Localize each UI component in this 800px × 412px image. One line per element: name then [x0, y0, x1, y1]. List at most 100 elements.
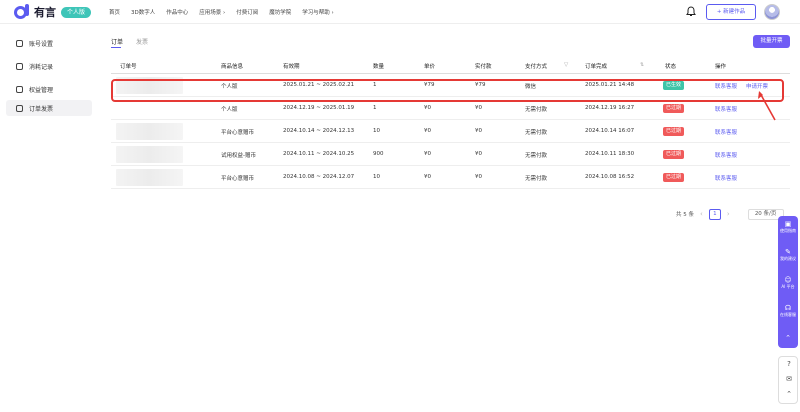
- nav-learning[interactable]: 学习与帮助 ›: [302, 8, 333, 16]
- sidebar-item-orders[interactable]: 订单发票: [6, 100, 92, 116]
- cell-product: 平台心意赠币: [221, 130, 255, 136]
- page-number[interactable]: 1: [708, 208, 721, 220]
- float-toolbar: ▣ 使用指南 ✎ 我的建议 ☺ AI 平台 ☊ 在线客服 ⌃: [778, 216, 798, 348]
- cell-price: ¥0: [424, 151, 431, 157]
- annotation-arrow-icon: [758, 91, 776, 121]
- tab-invoices[interactable]: 发票: [136, 37, 148, 46]
- float-item-feedback[interactable]: ✎ 我的建议: [778, 248, 798, 261]
- order-id-redacted: [116, 146, 183, 163]
- nav-scenarios[interactable]: 应用场景 ›: [199, 8, 225, 16]
- cell-completed: 2024.12.19 16:27: [585, 105, 635, 111]
- headset-icon: ☊: [784, 304, 792, 312]
- cell-qty: 900: [373, 151, 384, 157]
- table-header: 订单号 商品信息 有效期 数量 单价 实付款 支付方式 ▽ 订单完成 ⇅ 状态 …: [111, 58, 790, 74]
- col-completed: 订单完成: [585, 64, 608, 70]
- invoice-icon: [16, 104, 23, 112]
- cell-paid: ¥0: [475, 105, 482, 111]
- cell-validity: 2024.10.14 ~ 2024.12.13: [283, 128, 355, 134]
- sidebar-item-usage[interactable]: 消耗记录: [6, 58, 92, 74]
- col-product: 商品信息: [221, 64, 244, 70]
- help-icon[interactable]: ?: [779, 360, 799, 368]
- col-price: 单价: [424, 64, 436, 70]
- cell-product: 平台心意赠币: [221, 176, 255, 182]
- col-actions: 操作: [715, 64, 727, 70]
- status-badge: 已过期: [663, 127, 685, 136]
- order-id-redacted: [116, 169, 183, 186]
- back-to-top-icon[interactable]: ⌃: [779, 390, 799, 398]
- open-invoice-button[interactable]: 批量开票: [753, 35, 790, 48]
- cell-qty: 10: [373, 128, 380, 134]
- highlight-box: [111, 79, 784, 102]
- nav-digital-human[interactable]: 3D数字人: [131, 8, 155, 16]
- cell-method: 无需付款: [525, 176, 548, 182]
- brand-name: 有言: [34, 6, 56, 19]
- col-paid: 实付款: [475, 64, 492, 70]
- orders-table: 订单号 商品信息 有效期 数量 单价 实付款 支付方式 ▽ 订单完成 ⇅ 状态 …: [111, 58, 790, 189]
- float-item-service[interactable]: ☊ 在线客服: [778, 304, 798, 317]
- cell-completed: 2024.10.14 16:07: [585, 128, 635, 134]
- mail-icon[interactable]: ✉: [779, 375, 799, 383]
- sidebar-item-label: 消耗记录: [29, 63, 54, 71]
- benefit-icon: [16, 85, 23, 93]
- user-icon: [16, 39, 23, 47]
- nav-home[interactable]: 首页: [109, 8, 120, 16]
- app-root: 有言 个人版 首页 3D数字人 作品中心 应用场景 › 付费订阅 魔坊学院 学习…: [0, 0, 800, 412]
- float-item-ai[interactable]: ☺ AI 平台: [778, 276, 798, 289]
- nav-subscription[interactable]: 付费订阅: [236, 8, 258, 16]
- ai-icon: ☺: [784, 276, 792, 284]
- contact-support-link[interactable]: 联系客服: [715, 105, 737, 113]
- float-utility: ? ✉ ⌃: [778, 356, 798, 404]
- float-item-guide[interactable]: ▣ 使用指南: [778, 220, 798, 233]
- cell-method: 无需付款: [525, 130, 548, 136]
- tab-orders[interactable]: 订单: [111, 37, 123, 46]
- nav-works[interactable]: 作品中心: [166, 8, 188, 16]
- contact-support-link[interactable]: 联系客服: [715, 174, 737, 182]
- cell-completed: 2024.10.08 16:52: [585, 174, 635, 180]
- cell-validity: 2024.10.08 ~ 2024.12.07: [283, 174, 355, 180]
- col-qty: 数量: [373, 64, 385, 70]
- cell-paid: ¥0: [475, 174, 482, 180]
- col-status: 状态: [665, 64, 677, 70]
- sidebar-item-account[interactable]: 账号设置: [6, 35, 92, 51]
- cell-paid: ¥0: [475, 151, 482, 157]
- filter-icon[interactable]: ▽: [564, 62, 568, 68]
- new-work-button[interactable]: + 新建作品: [706, 4, 756, 20]
- cell-product: 试用权益-赠币: [221, 153, 256, 159]
- table-row: 平台心意赠币 2024.10.08 ~ 2024.12.07 10 ¥0 ¥0 …: [111, 166, 790, 189]
- col-pay-method: 支付方式: [525, 64, 548, 70]
- main-nav: 首页 3D数字人 作品中心 应用场景 › 付费订阅 魔坊学院 学习与帮助 ›: [109, 0, 345, 24]
- sort-icon[interactable]: ⇅: [640, 62, 644, 68]
- table-row: 试用权益-赠币 2024.10.11 ~ 2024.10.25 900 ¥0 ¥…: [111, 143, 790, 166]
- tab-indicator: [111, 47, 121, 48]
- feedback-icon: ✎: [785, 248, 791, 256]
- status-badge: 已过期: [663, 104, 685, 113]
- cell-qty: 10: [373, 174, 380, 180]
- sidebar: 账号设置 消耗记录 权益管理 订单发票: [0, 24, 100, 412]
- cell-product: 个人版: [221, 107, 238, 113]
- contact-support-link[interactable]: 联系客服: [715, 151, 737, 159]
- cell-price: ¥0: [424, 105, 431, 111]
- nav-academy[interactable]: 魔坊学院: [269, 8, 291, 16]
- col-order-id: 订单号: [120, 64, 137, 70]
- cell-validity: 2024.10.11 ~ 2024.10.25: [283, 151, 355, 157]
- col-validity: 有效期: [283, 64, 300, 70]
- record-icon: [16, 62, 23, 70]
- avatar[interactable]: [764, 4, 780, 20]
- plan-tag: 个人版: [61, 6, 92, 18]
- status-badge: 已过期: [663, 173, 685, 182]
- next-page-icon[interactable]: ›: [727, 210, 730, 218]
- sidebar-item-benefits[interactable]: 权益管理: [6, 81, 92, 97]
- cell-price: ¥0: [424, 128, 431, 134]
- collapse-icon[interactable]: ⌃: [778, 334, 798, 342]
- logo[interactable]: 有言 个人版: [14, 3, 92, 21]
- cell-method: 无需付款: [525, 107, 548, 113]
- total-count: 共 5 条: [676, 212, 694, 218]
- sidebar-item-label: 订单发票: [29, 105, 54, 113]
- sidebar-item-label: 账号设置: [29, 40, 54, 48]
- status-badge: 已过期: [663, 150, 685, 159]
- top-bar: 有言 个人版 首页 3D数字人 作品中心 应用场景 › 付费订阅 魔坊学院 学习…: [0, 0, 800, 24]
- contact-support-link[interactable]: 联系客服: [715, 128, 737, 136]
- pagination: 共 5 条 ‹ 1 › 20 条/页: [676, 208, 784, 220]
- bell-icon[interactable]: [686, 6, 696, 17]
- prev-page-icon[interactable]: ‹: [700, 210, 703, 218]
